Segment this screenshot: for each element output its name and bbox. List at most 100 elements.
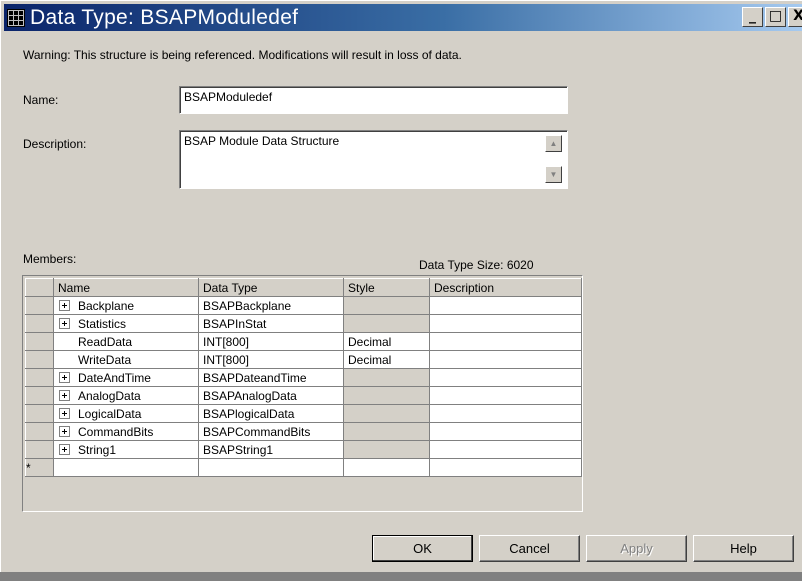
- member-style-cell[interactable]: [343, 440, 430, 459]
- member-row[interactable]: AnalogData BSAPAnalogData: [25, 386, 582, 405]
- member-data-type-cell[interactable]: BSAPBackplane: [198, 296, 344, 315]
- member-row[interactable]: DateAndTime BSAPDateandTime: [25, 368, 582, 387]
- header-selector-cell: [25, 278, 54, 297]
- member-description-cell[interactable]: [429, 422, 582, 441]
- member-style-cell[interactable]: [343, 314, 430, 333]
- expand-plus-icon[interactable]: [59, 299, 70, 311]
- member-data-type-cell[interactable]: BSAPInStat: [198, 314, 344, 333]
- minimize-button[interactable]: _: [742, 7, 763, 27]
- member-style-cell[interactable]: [343, 422, 430, 441]
- member-name-cell[interactable]: Backplane: [53, 296, 199, 315]
- member-row[interactable]: ReadData INT[800] Decimal: [25, 332, 582, 351]
- data-type-icon: [7, 8, 25, 27]
- member-data-type-cell[interactable]: BSAPDateandTime: [198, 368, 344, 387]
- member-data-type-cell[interactable]: BSAPCommandBits: [198, 422, 344, 441]
- member-row[interactable]: LogicalData BSAPlogicalData: [25, 404, 582, 423]
- apply-button: Apply: [586, 535, 687, 562]
- member-name: CommandBits: [78, 424, 154, 439]
- member-row[interactable]: Statistics BSAPInStat: [25, 314, 582, 333]
- member-style-cell[interactable]: [343, 386, 430, 405]
- row-selector[interactable]: [25, 422, 54, 441]
- description-textarea[interactable]: BSAP Module Data Structure ▲ ▼: [179, 130, 568, 189]
- member-name-cell[interactable]: WriteData: [53, 350, 199, 369]
- help-button[interactable]: Help: [693, 535, 794, 562]
- member-row[interactable]: CommandBits BSAPCommandBits: [25, 422, 582, 441]
- row-selector[interactable]: [25, 296, 54, 315]
- cancel-button[interactable]: Cancel: [479, 535, 580, 562]
- new-name-cell[interactable]: [53, 458, 199, 477]
- member-description-cell[interactable]: [429, 404, 582, 423]
- member-name: ReadData: [78, 334, 133, 349]
- member-description-cell[interactable]: [429, 368, 582, 387]
- member-name-cell[interactable]: LogicalData: [53, 404, 199, 423]
- member-data-type-cell[interactable]: BSAPString1: [198, 440, 344, 459]
- column-header-data-type[interactable]: Data Type: [198, 278, 344, 297]
- column-header-style[interactable]: Style: [343, 278, 430, 297]
- member-name-cell[interactable]: AnalogData: [53, 386, 199, 405]
- expand-plus-icon[interactable]: [59, 407, 70, 419]
- new-style-cell[interactable]: [343, 458, 430, 477]
- ok-button[interactable]: OK: [372, 535, 473, 562]
- row-selector[interactable]: [25, 332, 54, 351]
- member-name-cell[interactable]: DateAndTime: [53, 368, 199, 387]
- bottom-edge: [0, 572, 802, 581]
- row-selector[interactable]: [25, 368, 54, 387]
- expand-plus-icon[interactable]: [59, 371, 70, 383]
- member-data-type-cell[interactable]: INT[800]: [198, 350, 344, 369]
- data-type-dialog: Data Type: BSAPModuledef _ □ X Warning: …: [0, 0, 802, 572]
- member-style-cell[interactable]: [343, 368, 430, 387]
- title-bar[interactable]: Data Type: BSAPModuledef _ □ X: [4, 4, 802, 31]
- column-header-description[interactable]: Description: [429, 278, 582, 297]
- member-description-cell[interactable]: [429, 332, 582, 351]
- member-name-cell[interactable]: String1: [53, 440, 199, 459]
- member-data-type-cell[interactable]: BSAPlogicalData: [198, 404, 344, 423]
- row-selector[interactable]: [25, 314, 54, 333]
- data-type-size: Data Type Size: 6020: [419, 258, 534, 272]
- member-row[interactable]: String1 BSAPString1: [25, 440, 582, 459]
- member-row[interactable]: Backplane BSAPBackplane: [25, 296, 582, 315]
- row-selector[interactable]: [25, 404, 54, 423]
- member-name: AnalogData: [78, 388, 141, 403]
- member-data-type-cell[interactable]: INT[800]: [198, 332, 344, 351]
- member-name-cell[interactable]: CommandBits: [53, 422, 199, 441]
- grid-header-row: Name Data Type Style Description: [25, 278, 582, 297]
- member-description-cell[interactable]: [429, 296, 582, 315]
- member-name: String1: [78, 442, 117, 457]
- row-selector[interactable]: [25, 386, 54, 405]
- scroll-down-icon[interactable]: ▼: [545, 166, 562, 183]
- expand-plus-icon[interactable]: [59, 317, 70, 329]
- expand-plus-icon[interactable]: [59, 425, 70, 437]
- close-button[interactable]: X: [788, 7, 802, 27]
- column-header-name[interactable]: Name: [53, 278, 199, 297]
- member-name: LogicalData: [78, 406, 142, 421]
- description-label: Description:: [23, 137, 87, 151]
- member-name-cell[interactable]: Statistics: [53, 314, 199, 333]
- member-description-cell[interactable]: [429, 386, 582, 405]
- new-member-row[interactable]: *: [25, 458, 582, 477]
- member-description-cell[interactable]: [429, 350, 582, 369]
- member-name: Statistics: [78, 316, 127, 331]
- member-style-cell[interactable]: [343, 296, 430, 315]
- name-label: Name:: [23, 93, 59, 107]
- members-grid: Name Data Type Style Description Backpla…: [22, 275, 583, 512]
- name-input[interactable]: BSAPModuledef: [179, 86, 568, 114]
- member-style-cell[interactable]: [343, 404, 430, 423]
- new-description-cell[interactable]: [429, 458, 582, 477]
- new-row-marker[interactable]: *: [25, 458, 54, 477]
- row-selector[interactable]: [25, 440, 54, 459]
- member-description-cell[interactable]: [429, 314, 582, 333]
- member-style-cell[interactable]: Decimal: [343, 350, 430, 369]
- new-data-type-cell[interactable]: [198, 458, 344, 477]
- maximize-button[interactable]: □: [765, 7, 786, 27]
- member-style-cell[interactable]: Decimal: [343, 332, 430, 351]
- member-name-cell[interactable]: ReadData: [53, 332, 199, 351]
- row-selector[interactable]: [25, 350, 54, 369]
- expand-plus-icon[interactable]: [59, 443, 70, 455]
- scroll-up-icon[interactable]: ▲: [545, 135, 562, 152]
- member-description-cell[interactable]: [429, 440, 582, 459]
- member-row[interactable]: WriteData INT[800] Decimal: [25, 350, 582, 369]
- expand-plus-icon[interactable]: [59, 389, 70, 401]
- member-data-type-cell[interactable]: BSAPAnalogData: [198, 386, 344, 405]
- member-name: DateAndTime: [78, 370, 151, 385]
- warning-text: Warning: This structure is being referen…: [23, 48, 462, 62]
